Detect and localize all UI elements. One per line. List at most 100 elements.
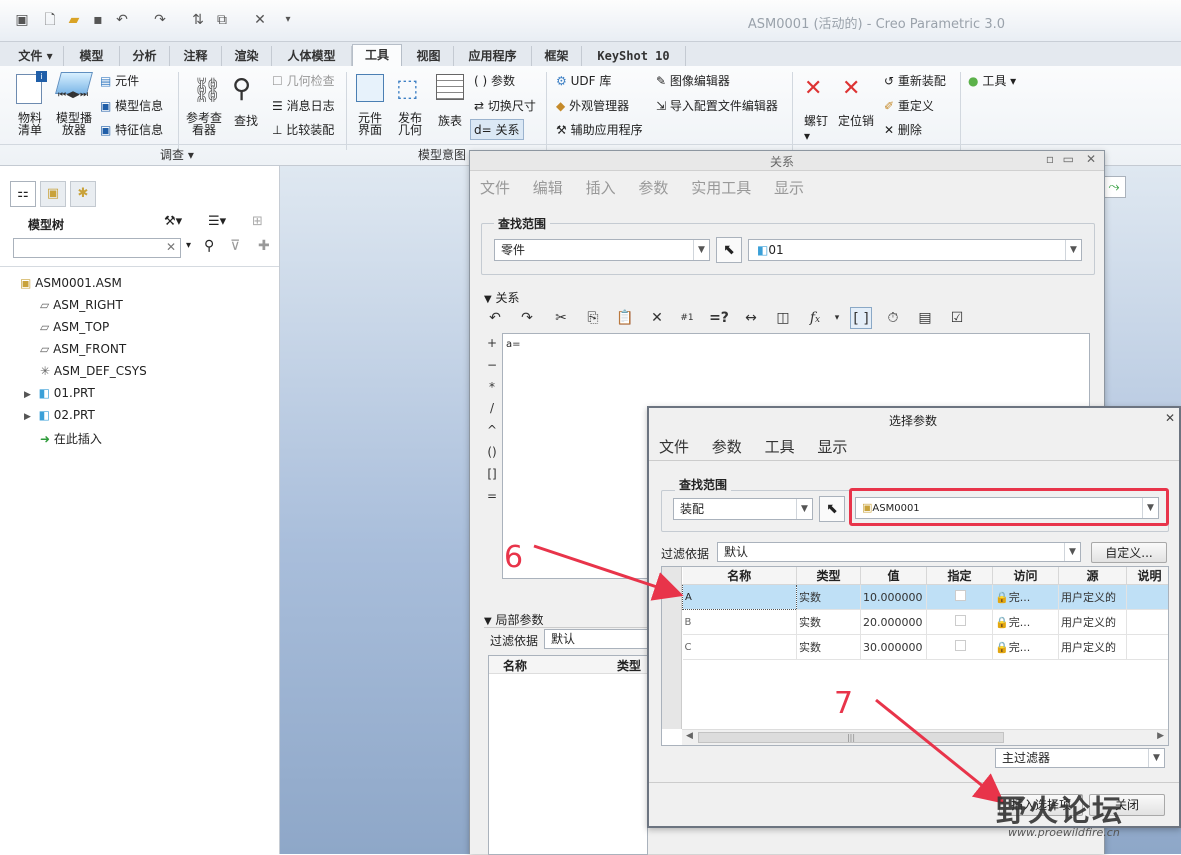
- redefine-button[interactable]: ✐ 重定义: [884, 97, 934, 114]
- tab-view[interactable]: 视图: [404, 46, 454, 66]
- tab-render[interactable]: 渲染: [222, 46, 272, 66]
- maximize-icon[interactable]: ▭: [1063, 152, 1074, 166]
- expand-icon[interactable]: ▶: [24, 412, 31, 422]
- param-filter-select[interactable]: 默认 ▼: [717, 542, 1081, 562]
- tree-item-02-prt[interactable]: ▶ ◧ 02.PRT: [24, 408, 95, 422]
- minimize-icon[interactable]: ▫: [1046, 152, 1054, 166]
- column-icon[interactable]: ⊞: [252, 214, 263, 229]
- settings-icon[interactable]: ⚒▾: [164, 214, 182, 229]
- reference-viewer-button[interactable]: 参考查 看器: [186, 112, 222, 136]
- feature-info-button[interactable]: ▣ 特征信息: [100, 121, 163, 138]
- sort-icon[interactable]: ▤: [914, 307, 936, 329]
- add-icon[interactable]: ✚: [258, 238, 270, 254]
- customize-button[interactable]: 自定义...: [1091, 542, 1167, 563]
- tools-button[interactable]: ● 工具 ▾: [968, 72, 1016, 89]
- menu-file[interactable]: 文件: [480, 179, 510, 197]
- delete-button[interactable]: ✕ 删除: [884, 121, 922, 138]
- graph-icon[interactable]: ◫: [772, 307, 794, 329]
- dimension-icon[interactable]: ↔: [740, 307, 762, 329]
- select-cursor-icon[interactable]: ⬉: [716, 237, 742, 263]
- copy-icon[interactable]: ⎘: [582, 307, 604, 329]
- publish-geometry-button[interactable]: 发布 几何: [398, 112, 422, 136]
- table-row[interactable]: C 实数 30.000000 🔒完... 用户定义的: [682, 634, 1168, 660]
- col-description[interactable]: 说明: [1126, 567, 1168, 585]
- tree-item-assembly[interactable]: ▣ ASM0001.ASM: [20, 276, 122, 290]
- col-type[interactable]: 类型: [796, 567, 861, 585]
- locator-pin-button[interactable]: 定位销: [838, 112, 874, 129]
- family-table-button[interactable]: 族表: [438, 112, 462, 129]
- col-designate[interactable]: 指定: [926, 567, 993, 585]
- binoculars-icon[interactable]: ⚲: [204, 238, 214, 254]
- local-filter-select[interactable]: 默认: [544, 629, 664, 649]
- tab-human-model[interactable]: 人体模型: [272, 46, 352, 66]
- divide-operator[interactable]: /: [482, 398, 502, 420]
- tree-item-01-prt[interactable]: ▶ ◧ 01.PRT: [24, 386, 95, 400]
- param-scope-type-select[interactable]: 装配 ▼: [673, 498, 813, 520]
- main-filter-select[interactable]: 主过滤器 ▼: [995, 748, 1165, 768]
- customize-icon[interactable]: ▾: [280, 12, 296, 28]
- folder-browser-tab-icon[interactable]: ▣: [40, 181, 66, 207]
- dropdown-icon[interactable]: ▾: [186, 240, 191, 251]
- open-file-icon[interactable]: ▰: [66, 12, 82, 28]
- component-button[interactable]: ▤ 元件: [100, 72, 139, 89]
- redo-icon[interactable]: ↷: [516, 307, 538, 329]
- compare-assembly-button[interactable]: ⊥ 比较装配: [272, 121, 334, 138]
- group-model-intent[interactable]: 模型意图: [418, 146, 466, 163]
- model-info-button[interactable]: ▣ 模型信息: [100, 97, 163, 114]
- menu-parameters[interactable]: 参数: [638, 179, 668, 197]
- message-log-button[interactable]: ☰ 消息日志: [272, 97, 335, 114]
- col-access[interactable]: 访问: [992, 567, 1059, 585]
- show-icon[interactable]: ☰▾: [208, 214, 226, 229]
- udf-library-button[interactable]: ⚙ UDF 库: [556, 72, 611, 89]
- verify-icon[interactable]: =?: [708, 307, 730, 329]
- tree-item-insert-here[interactable]: ➜ 在此插入: [40, 430, 102, 447]
- scope-type-select[interactable]: 零件 ▼: [494, 239, 710, 261]
- col-value[interactable]: 值: [860, 567, 927, 585]
- function-dropdown-icon[interactable]: ▾: [826, 307, 848, 329]
- power-operator[interactable]: ^: [482, 420, 502, 442]
- local-params-header[interactable]: ▼ 局部参数: [484, 611, 544, 628]
- image-editor-button[interactable]: ✎ 图像编辑器: [656, 72, 730, 89]
- tab-keyshot[interactable]: KeyShot 10: [582, 46, 686, 66]
- screw-button[interactable]: 螺钉 ▾: [804, 112, 828, 143]
- multiply-operator[interactable]: *: [482, 377, 502, 399]
- function-icon[interactable]: fx: [804, 307, 826, 329]
- designate-checkbox[interactable]: [926, 584, 993, 610]
- designate-checkbox[interactable]: [926, 634, 993, 660]
- new-file-icon[interactable]: 🗋: [42, 12, 58, 28]
- minus-operator[interactable]: −: [482, 355, 502, 377]
- tree-item-asm-right[interactable]: ▱ ASM_RIGHT: [40, 298, 123, 312]
- filter-icon[interactable]: ⊽: [230, 238, 240, 254]
- menu-edit[interactable]: 编辑: [533, 179, 563, 197]
- delete-icon[interactable]: ✕: [646, 307, 668, 329]
- aux-application-button[interactable]: ⚒ 辅助应用程序: [556, 121, 643, 138]
- window-icon[interactable]: ▣: [14, 12, 30, 28]
- model-player-button[interactable]: 模型播 放器: [56, 112, 92, 136]
- parameter-insert-icon[interactable]: [ ]: [850, 307, 872, 329]
- tree-item-asm-front[interactable]: ▱ ASM_FRONT: [40, 342, 126, 356]
- scroll-left-icon[interactable]: ◀: [686, 731, 693, 741]
- scrollbar-thumb[interactable]: |||: [698, 732, 1004, 743]
- close-icon[interactable]: ✕: [1086, 152, 1096, 166]
- clear-icon[interactable]: ✕: [166, 240, 176, 254]
- model-tree-tab-icon[interactable]: ⚏: [10, 181, 36, 207]
- relations-button[interactable]: d= 关系: [470, 119, 524, 140]
- menu-utilities[interactable]: 实用工具: [691, 179, 751, 197]
- import-config-editor-button[interactable]: ⇲ 导入配置文件编辑器: [656, 97, 778, 114]
- undo-icon[interactable]: ↶: [114, 12, 130, 28]
- plus-operator[interactable]: +: [482, 333, 502, 355]
- tree-item-asm-def-csys[interactable]: ✳ ASM_DEF_CSYS: [40, 364, 147, 378]
- brackets-operator[interactable]: []: [482, 464, 502, 486]
- expand-icon[interactable]: ▶: [24, 390, 31, 400]
- windows-icon[interactable]: ⧉: [214, 12, 230, 28]
- relations-section-header[interactable]: ▼ 关系: [484, 289, 520, 306]
- find-button[interactable]: 查找: [234, 112, 258, 129]
- menu-parameters[interactable]: 参数: [712, 438, 742, 456]
- scope-value-select[interactable]: ◧01 ▼: [748, 239, 1082, 261]
- col-name[interactable]: 名称: [503, 657, 527, 674]
- menu-tools[interactable]: 工具: [765, 438, 795, 456]
- col-name[interactable]: 名称: [682, 567, 797, 585]
- tab-tools[interactable]: 工具: [352, 44, 402, 66]
- col-type[interactable]: 类型: [617, 657, 641, 674]
- select-cursor-icon[interactable]: ⬉: [819, 496, 845, 522]
